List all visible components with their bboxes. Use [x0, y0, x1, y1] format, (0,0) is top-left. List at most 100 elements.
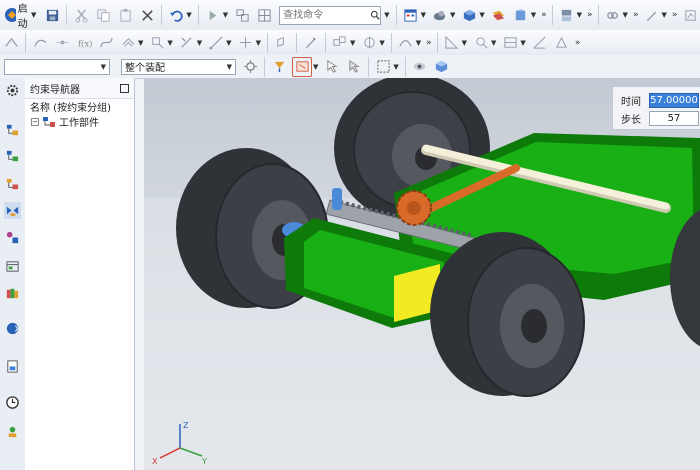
sweep-icon[interactable]: [397, 34, 415, 52]
chevron-down-icon[interactable]: ▼: [227, 63, 232, 71]
start-menu-button[interactable]: 启动 ▼: [2, 4, 41, 30]
cut-icon[interactable]: [72, 6, 90, 24]
menu-grid-icon[interactable]: [402, 6, 420, 24]
chevron-down-icon[interactable]: ▼: [623, 11, 628, 19]
shaded-cube-icon[interactable]: [460, 6, 478, 24]
spline-icon[interactable]: [97, 34, 115, 52]
sketch-icon[interactable]: [2, 34, 20, 52]
window-arrange-icon[interactable]: [255, 6, 273, 24]
line-icon[interactable]: [207, 34, 225, 52]
chevron-down-icon[interactable]: ▼: [226, 39, 231, 47]
extrude-icon[interactable]: [273, 34, 291, 52]
select-box-icon[interactable]: [292, 56, 312, 77]
chevron-down-icon[interactable]: ▼: [479, 11, 484, 19]
datum-icon[interactable]: [237, 34, 255, 52]
section-view-icon[interactable]: [501, 34, 519, 52]
toolbar-overflow-icon[interactable]: »: [426, 38, 432, 48]
toolbar-overflow-icon[interactable]: »: [633, 10, 639, 20]
navigator-column-header[interactable]: 名称 (按约束分组): [25, 99, 134, 114]
link-icon[interactable]: [604, 6, 622, 24]
window-switch-icon[interactable]: [233, 6, 251, 24]
chevron-down-icon[interactable]: ▼: [350, 39, 355, 47]
inspect-icon[interactable]: [472, 34, 490, 52]
analysis-icon[interactable]: [681, 6, 699, 24]
command-search-input[interactable]: [280, 7, 371, 23]
toolbar-overflow-icon[interactable]: »: [672, 10, 678, 20]
chevron-down-icon[interactable]: ▼: [520, 39, 525, 47]
chevron-down-icon[interactable]: ▼: [450, 11, 455, 19]
web-browser-icon[interactable]: [4, 258, 21, 275]
role-page-icon[interactable]: [4, 358, 21, 375]
chevron-down-icon[interactable]: ▼: [223, 11, 228, 19]
pattern-icon[interactable]: [331, 34, 349, 52]
chevron-down-icon[interactable]: ▼: [313, 63, 318, 71]
maximize-icon[interactable]: [120, 83, 129, 93]
expression-icon[interactable]: f(x): [75, 34, 93, 52]
layer-icon[interactable]: [490, 6, 508, 24]
search-icon[interactable]: [370, 8, 380, 22]
assembly-icon[interactable]: [558, 6, 576, 24]
snap-point-icon[interactable]: [270, 58, 288, 76]
visibility-icon[interactable]: [411, 58, 429, 76]
undo-icon[interactable]: [167, 6, 185, 24]
type-filter-select[interactable]: ▼: [4, 58, 110, 75]
process-studio-icon[interactable]: [4, 320, 21, 337]
constraint-navigator-icon[interactable]: [4, 148, 21, 165]
collapse-icon[interactable]: −: [31, 117, 39, 126]
toolbar-overflow-icon[interactable]: »: [587, 10, 593, 20]
edit-icon[interactable]: [302, 34, 320, 52]
chevron-down-icon[interactable]: ▼: [577, 11, 582, 19]
chevron-down-icon[interactable]: ▼: [379, 39, 384, 47]
point-icon[interactable]: [53, 34, 71, 52]
curve-icon[interactable]: [31, 34, 49, 52]
toolbar-overflow-icon[interactable]: »: [575, 38, 581, 48]
pen-icon[interactable]: [642, 6, 660, 24]
toolbar-overflow-icon[interactable]: »: [541, 10, 547, 20]
settings-gear-icon[interactable]: [4, 82, 21, 99]
chevron-down-icon[interactable]: ▼: [531, 11, 536, 19]
chevron-down-icon[interactable]: ▼: [661, 11, 666, 19]
rectangle-select-icon[interactable]: [374, 58, 392, 76]
curve-analysis-icon[interactable]: [531, 34, 549, 52]
chevron-down-icon[interactable]: ▼: [197, 39, 202, 47]
delete-icon[interactable]: [138, 6, 156, 24]
history-palette-icon[interactable]: [4, 285, 21, 302]
play-icon[interactable]: [204, 6, 222, 24]
selection-scope-select[interactable]: 整个装配 ▼: [121, 58, 236, 75]
motion-navigator-icon[interactable]: [4, 202, 21, 219]
orient-view-icon[interactable]: [512, 6, 530, 24]
assembly-navigator-icon[interactable]: [4, 122, 21, 139]
tree-node-work-part[interactable]: − 工作部件: [25, 114, 134, 129]
chevron-down-icon[interactable]: ▼: [256, 39, 261, 47]
mirror-icon[interactable]: [360, 34, 378, 52]
paste-icon[interactable]: [116, 6, 134, 24]
time-field[interactable]: 57.00000: [649, 92, 699, 108]
chevron-down-icon[interactable]: ▼: [167, 39, 172, 47]
chevron-down-icon[interactable]: ▼: [31, 11, 36, 19]
pick-icon[interactable]: [345, 58, 363, 76]
clock-icon[interactable]: [4, 394, 21, 411]
shape-check-icon[interactable]: [553, 34, 571, 52]
view-cube-icon[interactable]: [433, 58, 451, 76]
reuse-library-icon[interactable]: [4, 229, 21, 246]
command-search-box[interactable]: [279, 5, 382, 25]
chevron-down-icon[interactable]: ▼: [101, 63, 106, 71]
system-scene-icon[interactable]: [4, 423, 21, 440]
filter-settings-icon[interactable]: [241, 58, 259, 76]
cursor-snap-icon[interactable]: [323, 58, 341, 76]
copy-icon[interactable]: [94, 6, 112, 24]
trim-icon[interactable]: [178, 34, 196, 52]
chevron-down-icon[interactable]: ▼: [421, 11, 426, 19]
chevron-down-icon[interactable]: ▼: [491, 39, 496, 47]
chevron-down-icon[interactable]: ▼: [416, 39, 421, 47]
save-icon[interactable]: [43, 6, 61, 24]
chevron-down-icon[interactable]: ▼: [186, 11, 191, 19]
chevron-down-icon[interactable]: ▼: [393, 63, 398, 71]
part-navigator-icon[interactable]: [4, 176, 21, 193]
project-curve-icon[interactable]: [148, 34, 166, 52]
graphics-viewport[interactable]: Z Y X: [144, 78, 700, 470]
step-field[interactable]: 57: [649, 110, 699, 126]
chevron-down-icon[interactable]: ▼: [384, 11, 389, 19]
chevron-down-icon[interactable]: ▼: [462, 39, 467, 47]
offset-curve-icon[interactable]: [119, 34, 137, 52]
